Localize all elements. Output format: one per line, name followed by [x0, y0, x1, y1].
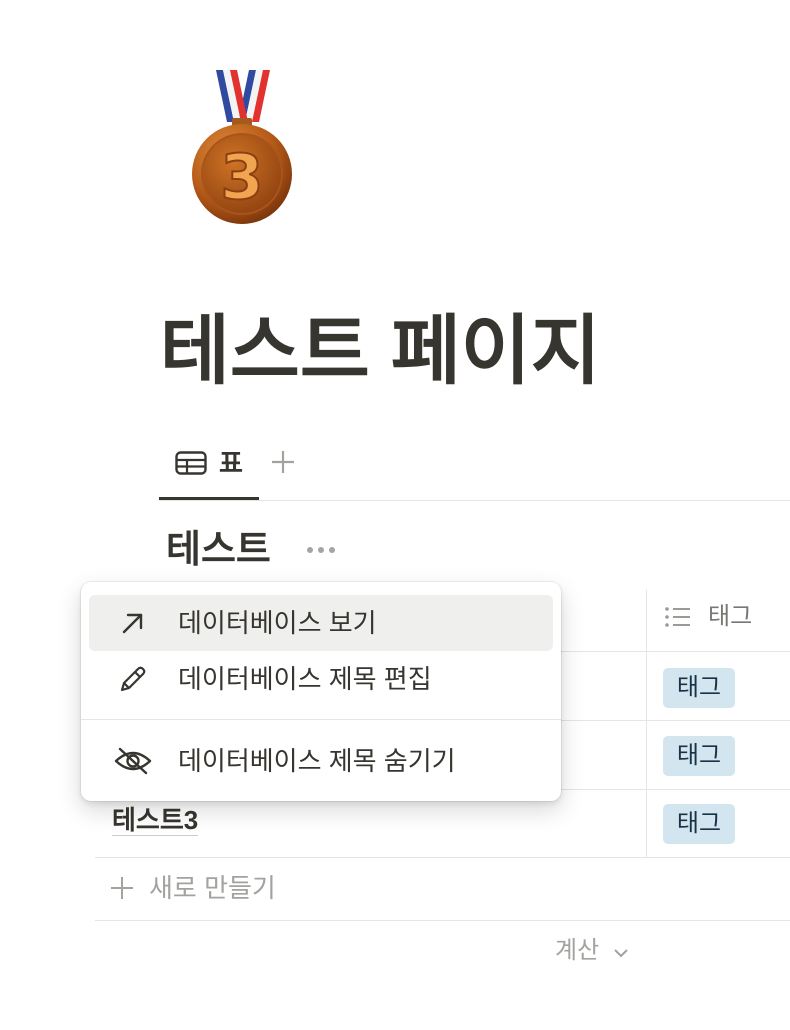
eye-slash-icon [111, 733, 155, 789]
calculate-label: 계산 [555, 937, 600, 964]
medal-digit: 3 [220, 141, 263, 214]
calculate-dropdown[interactable]: 계산 [555, 936, 635, 966]
third-place-medal-icon[interactable]: 3 [186, 66, 298, 228]
column-divider [646, 590, 647, 857]
table-footer-divider [95, 920, 790, 921]
menu-item-edit-title[interactable]: 데이터베이스 제목 편집 [89, 651, 553, 707]
pencil-icon [111, 651, 155, 707]
plus-icon [272, 451, 294, 473]
table-icon [175, 451, 207, 475]
row-title[interactable]: 테스트3 [112, 805, 199, 836]
database-title[interactable]: 테스트 [166, 527, 271, 573]
tag-chip[interactable]: 태그 [663, 736, 735, 776]
menu-item-label: 데이터베이스 제목 편집 [178, 664, 432, 694]
plus-icon [110, 876, 134, 900]
list-icon [664, 605, 692, 629]
tab-label: 표 [219, 448, 243, 478]
row-divider [95, 857, 790, 858]
tab-bar-divider [159, 500, 790, 501]
arrow-up-right-icon [111, 595, 155, 651]
column-header-label: 태그 [708, 603, 753, 630]
more-dots-icon [307, 547, 335, 553]
menu-item-label: 데이터베이스 보기 [178, 608, 377, 638]
menu-divider [81, 719, 561, 720]
tag-chip[interactable]: 태그 [663, 804, 735, 844]
column-header-tags[interactable]: 태그 [660, 599, 790, 635]
add-view-button[interactable] [270, 449, 296, 475]
database-title-menu: 데이터베이스 보기 데이터베이스 제목 편집 데이터베이스 제목 숨기기 [81, 582, 561, 801]
new-row-button[interactable]: 새로 만들기 [108, 872, 308, 904]
more-button[interactable] [303, 543, 339, 557]
new-row-label: 새로 만들기 [149, 873, 276, 903]
page-title[interactable]: 테스트 페이지 [160, 309, 601, 395]
chevron-down-icon [612, 946, 630, 958]
menu-item-hide-title[interactable]: 데이터베이스 제목 숨기기 [89, 733, 553, 789]
tag-chip[interactable]: 태그 [663, 668, 735, 708]
tab-table-view[interactable]: 표 [170, 445, 254, 481]
menu-item-label: 데이터베이스 제목 숨기기 [178, 746, 456, 776]
menu-item-view-database[interactable]: 데이터베이스 보기 [89, 595, 553, 651]
